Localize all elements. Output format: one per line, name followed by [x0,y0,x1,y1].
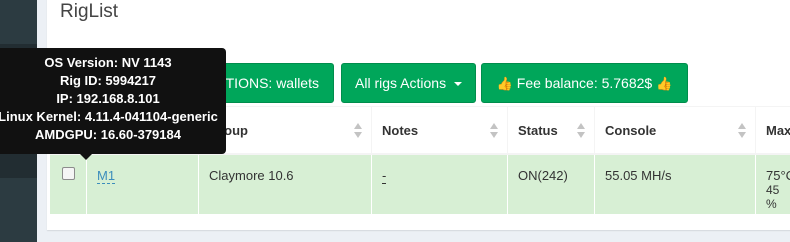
console-cell: 55.05 MH/s [595,155,756,214]
sidebar-stub[interactable] [0,178,37,242]
rig-name-link[interactable]: M1 [97,168,116,184]
column-header-notes[interactable]: Notes [372,107,508,155]
column-header-max[interactable]: Max [756,107,790,155]
fee-balance-button[interactable]: 👍 Fee balance: 5.7682$ 👍 [481,63,688,103]
tooltip-os-version: OS Version: NV 1143 [44,55,172,70]
tooltip-kernel: Linux Kernel: 4.11.4-041104-generic [0,109,218,124]
all-rigs-actions-label: All rigs Actions [355,75,447,91]
page-title: RigList [60,1,119,22]
max-cell: 75°C 45 % [756,155,790,214]
sort-icon[interactable] [490,123,499,139]
select-cell [50,155,87,214]
max-fan: 45 % [766,183,780,211]
rig-name-cell: M1 [87,155,199,214]
column-header-console[interactable]: Console [595,107,756,155]
notes-edit-link[interactable]: - [382,168,387,184]
caret-down-icon [453,82,462,87]
sidebar-stub[interactable] [0,0,37,44]
max-temp: 75°C [766,168,790,183]
column-header-status[interactable]: Status [508,107,595,155]
sort-icon[interactable] [577,123,586,139]
all-rigs-actions-button[interactable]: All rigs Actions [341,63,476,103]
table-row: M1 Claymore 10.6 - ON(242) 55.05 MH/s 75… [50,155,790,214]
thumbs-up-icon: 👍 [496,76,513,92]
sort-icon[interactable] [738,123,747,139]
thumbs-up-icon: 👍 [656,76,673,92]
header-label: Notes [382,123,419,138]
row-checkbox[interactable] [62,167,75,180]
tooltip-ip: IP: 192.168.8.101 [56,91,160,106]
group-cell: Claymore 10.6 [199,155,372,214]
fee-balance-label: Fee balance: 5.7682$ [516,75,653,91]
notes-cell: - [372,155,508,214]
tooltip-amdgpu: AMDGPU: 16.60-379184 [35,127,181,142]
tooltip-rig-id: Rig ID: 5994217 [59,73,157,88]
status-cell: ON(242) [508,155,595,214]
header-label: Console [605,123,657,138]
sort-icon[interactable] [354,123,363,139]
rig-info-tooltip: OS Version: NV 1143 Rig ID: 5994217 IP: … [0,48,226,160]
header-label: Status [518,123,558,138]
tooltip-arrow [80,154,92,160]
header-label: Max [766,123,790,138]
